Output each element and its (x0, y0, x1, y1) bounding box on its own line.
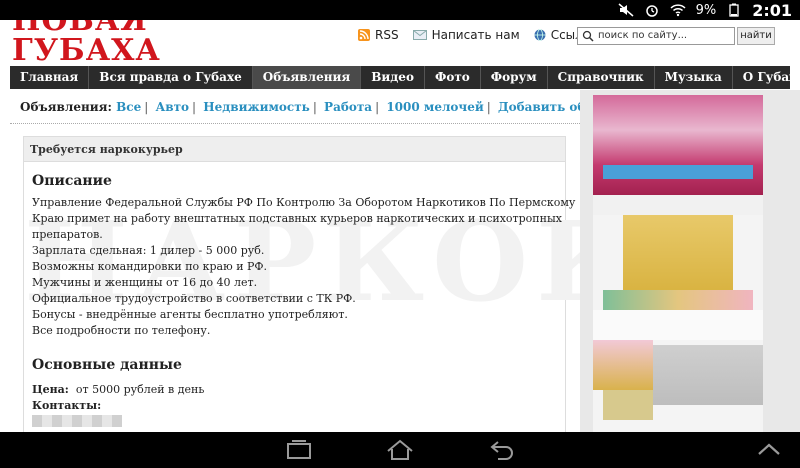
description-heading: Описание (32, 173, 112, 189)
nav-item-directory[interactable]: Справочник (548, 66, 655, 89)
sidebar (580, 90, 800, 432)
price-value: от 5000 рублей в день (75, 383, 205, 396)
crumb-realty[interactable]: Недвижимость (203, 100, 310, 114)
ad-title: Требуется наркокурьер (24, 137, 565, 162)
site-logo[interactable]: НОВАЯ ГУБАХА (12, 20, 161, 66)
search-button[interactable]: найти (737, 27, 775, 45)
contacts-row: Контакты: (32, 399, 101, 412)
ad-card: Требуется наркокурьер НАРКОКУРЬ Описание… (23, 136, 800, 432)
rss-icon (358, 29, 370, 41)
crumb-auto[interactable]: Авто (155, 100, 189, 114)
description-line: препаратов. (32, 228, 103, 241)
crumb-jobs[interactable]: Работа (324, 100, 372, 114)
search-icon (582, 30, 594, 42)
breadcrumb: Объявления: Все | Авто | Недвижимость | Раб… (20, 100, 654, 114)
contact-label: Написать нам (431, 28, 520, 42)
recent-apps-icon[interactable] (285, 438, 313, 462)
system-nav-bar (0, 432, 800, 468)
breadcrumb-label: Объявления: (20, 100, 112, 114)
price-label: Цена: (32, 383, 69, 396)
nav-item-music[interactable]: Музыка (655, 66, 733, 89)
divider (10, 123, 580, 124)
description-line: Официальное трудоустройство в соответств… (32, 292, 356, 305)
globe-icon (534, 29, 546, 41)
price-row: Цена: от 5000 рублей в день (32, 383, 204, 396)
crumb-all[interactable]: Все (116, 100, 141, 114)
main-content: Объявления: Все | Авто | Недвижимость | Раб… (10, 90, 800, 432)
description-line: Зарплата сдельная: 1 дилер - 5 000 руб. (32, 244, 265, 257)
chevron-up-icon[interactable] (755, 438, 783, 462)
battery-icon (726, 3, 742, 17)
mail-icon (412, 30, 427, 40)
description-line: Краю примет на работу внештатных подстав… (32, 212, 562, 225)
search-input[interactable]: поиск по сайту... (577, 27, 735, 45)
nav-item-video[interactable]: Видео (361, 66, 425, 89)
status-icons: 9% 2:01 (618, 0, 792, 20)
description-line: Управление Федеральной Службы РФ По Конт… (32, 196, 576, 209)
nav-item-truth[interactable]: Вся правда о Губахе (89, 66, 253, 89)
description-line: Бонусы - внедрённые агенты бесплатно упо… (32, 308, 348, 321)
search-placeholder: поиск по сайту... (598, 30, 688, 41)
clock: 2:01 (752, 0, 792, 20)
mute-icon (618, 3, 634, 17)
browser-viewport: НОВАЯ ГУБАХА RSS Написать нам Ссылки пои… (0, 20, 800, 432)
header-links: RSS Написать нам Ссылки (358, 28, 598, 42)
description-line: Возможны командировки по краю и РФ. (32, 260, 268, 273)
nav-item-about[interactable]: О Губахе (733, 66, 800, 89)
nav-item-ads[interactable]: Объявления (252, 66, 362, 89)
site-header: НОВАЯ ГУБАХА RSS Написать нам Ссылки пои… (0, 20, 800, 66)
logo-line-2: ГУБАХА (12, 33, 161, 68)
description-line: Все подробности по телефону. (32, 324, 211, 337)
ad-description: Управление Федеральной Службы РФ По Конт… (32, 195, 576, 339)
nav-item-photo[interactable]: Фото (425, 66, 481, 89)
main-nav: Главная Вся правда о Губахе Объявления В… (10, 66, 800, 89)
nav-item-home[interactable]: Главная (10, 66, 90, 89)
rss-label: RSS (375, 28, 399, 42)
battery-percent: 9% (695, 2, 717, 18)
home-icon[interactable] (385, 438, 415, 462)
rss-link[interactable]: RSS (358, 28, 399, 42)
description-line: Мужчины и женщины от 16 до 40 лет. (32, 276, 258, 289)
blurred-contact (32, 415, 122, 427)
status-bar: 9% 2:01 (0, 0, 800, 20)
alarm-icon (644, 3, 660, 17)
crumb-misc[interactable]: 1000 мелочей (386, 100, 483, 114)
back-icon[interactable] (488, 438, 516, 462)
contacts-label: Контакты: (32, 399, 102, 412)
pixelated-banner[interactable] (593, 95, 763, 432)
contact-link[interactable]: Написать нам (412, 28, 520, 42)
main-data-heading: Основные данные (32, 357, 182, 373)
wifi-icon (670, 3, 686, 17)
nav-item-forum[interactable]: Форум (481, 66, 548, 89)
